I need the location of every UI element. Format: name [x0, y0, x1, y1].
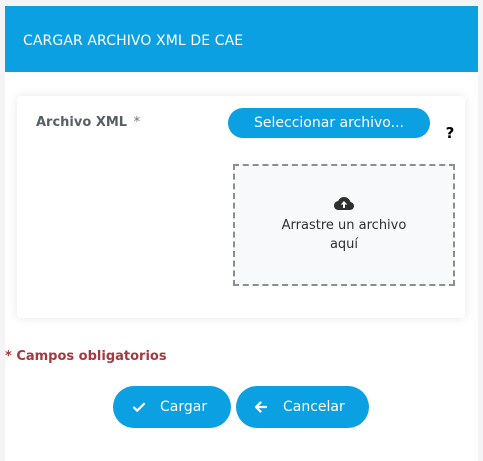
dialog-title: CARGAR ARCHIVO XML DE CAE — [23, 33, 244, 49]
archivo-xml-label: Archivo XML * — [36, 115, 140, 131]
question-mark-icon[interactable]: ? — [443, 124, 457, 142]
form-card: Archivo XML * Seleccionar archivo... ? A… — [17, 96, 465, 318]
dialog-header: CARGAR ARCHIVO XML DE CAE — [5, 6, 478, 72]
field-label-text: Archivo XML — [36, 115, 128, 130]
required-fields-note: * Campos obligatorios — [5, 349, 167, 364]
load-button[interactable]: Cargar — [113, 386, 231, 428]
dialog-body: Archivo XML * Seleccionar archivo... ? A… — [5, 72, 478, 461]
check-icon — [132, 402, 146, 412]
dropzone-line-1: Arrastre un archivo — [281, 218, 407, 233]
load-button-label: Cargar — [160, 399, 208, 415]
dropzone-line-2: aquí — [329, 237, 359, 252]
file-dropzone[interactable]: Arrastre un archivo aquí — [233, 164, 455, 286]
cancel-button[interactable]: Cancelar — [236, 386, 369, 428]
required-asterisk: * — [133, 115, 141, 130]
cancel-button-label: Cancelar — [283, 399, 345, 415]
arrow-left-icon — [254, 401, 268, 413]
select-file-button[interactable]: Seleccionar archivo... — [228, 108, 430, 138]
dropzone-text: Arrastre un archivo aquí — [249, 216, 439, 254]
cloud-upload-icon — [334, 197, 354, 210]
upload-cae-dialog: CARGAR ARCHIVO XML DE CAE Archivo XML * … — [5, 6, 478, 461]
